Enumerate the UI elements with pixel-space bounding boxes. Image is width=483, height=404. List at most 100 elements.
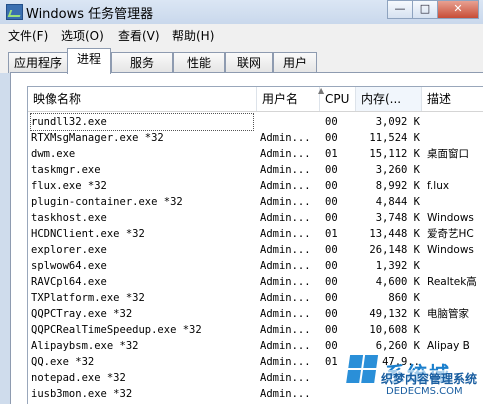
title-bar[interactable]: Windows 任务管理器 — □ ✕ (0, 0, 483, 24)
process-memory: 13,448 K (369, 228, 420, 240)
process-cpu: 00 (325, 308, 338, 320)
process-user: Admin... (260, 164, 311, 176)
process-name: RTXMsgManager.exe *32 (31, 132, 164, 144)
process-description: Realtek高 (427, 276, 477, 288)
process-description: Windows (427, 212, 474, 224)
process-row[interactable]: QQPCTray.exe *32 Admin... 00 49,132 K 电脑… (28, 306, 483, 322)
process-memory: 860 K (388, 292, 420, 304)
menu-file[interactable]: 文件(F) (8, 27, 48, 44)
process-name: Alipaybsm.exe *32 (31, 340, 139, 352)
tab-services[interactable]: 服务 (111, 52, 173, 73)
process-name: dwm.exe (31, 148, 76, 160)
maximize-button[interactable]: □ (412, 0, 438, 19)
minimize-button[interactable]: — (387, 0, 413, 19)
process-user: Admin... (260, 388, 311, 400)
windows-logo-icon (346, 355, 380, 385)
close-button[interactable]: ✕ (437, 0, 479, 19)
process-user: Admin... (260, 196, 311, 208)
task-manager-app-icon (6, 4, 23, 20)
process-name: TXPlatform.exe *32 (31, 292, 145, 304)
process-cpu: 00 (325, 292, 338, 304)
process-row[interactable]: taskmgr.exe Admin... 00 3,260 K (28, 162, 483, 178)
process-name: iusb3mon.exe *32 (31, 388, 133, 400)
column-header-image-name[interactable]: 映像名称 (28, 87, 257, 111)
process-user: Admin... (260, 276, 311, 288)
process-row[interactable]: QQPCRealTimeSpeedup.exe *32 Admin... 00 … (28, 322, 483, 338)
tab-networking[interactable]: 联网 (225, 52, 273, 73)
process-user: Admin... (260, 308, 311, 320)
menu-view[interactable]: 查看(V) (118, 27, 160, 44)
menu-bar: 文件(F) 选项(O) 查看(V) 帮助(H) (0, 24, 483, 44)
process-row[interactable]: flux.exe *32 Admin... 00 8,992 K f.lux (28, 178, 483, 194)
menu-help[interactable]: 帮助(H) (172, 27, 214, 44)
process-cpu: 00 (325, 116, 338, 128)
process-user: Admin... (260, 260, 311, 272)
process-memory: 1,392 K (375, 260, 420, 272)
process-name: QQPCTray.exe *32 (31, 308, 133, 320)
process-row[interactable]: Alipaybsm.exe *32 Admin... 00 6,260 K Al… (28, 338, 483, 354)
tab-users[interactable]: 用户 (273, 52, 317, 73)
window-title: Windows 任务管理器 (26, 7, 154, 22)
process-memory: 49,132 K (369, 308, 420, 320)
process-row[interactable]: splwow64.exe Admin... 00 1,392 K (28, 258, 483, 274)
process-row[interactable]: plugin-container.exe *32 Admin... 00 4,8… (28, 194, 483, 210)
process-cpu: 00 (325, 212, 338, 224)
process-row[interactable]: rundll32.exe 00 3,092 K (28, 113, 483, 131)
tab-processes[interactable]: 进程 (67, 48, 111, 74)
menu-options[interactable]: 选项(O) (61, 27, 104, 44)
process-description: 桌面窗口 (427, 148, 469, 160)
process-user: Admin... (260, 292, 311, 304)
process-cpu: 00 (325, 196, 338, 208)
process-description: Windows (427, 244, 474, 256)
watermark-line2: DEDECMS.COM (386, 386, 463, 397)
process-memory: 26,148 K (369, 244, 420, 256)
process-user: Admin... (260, 180, 311, 192)
process-row[interactable]: HCDNClient.exe *32 Admin... 01 13,448 K … (28, 226, 483, 242)
process-memory: 6,260 K (375, 340, 420, 352)
column-header-cpu[interactable]: CPU (320, 87, 356, 111)
process-cpu: 01 (325, 148, 338, 160)
process-name: RAVCpl64.exe (31, 276, 107, 288)
tab-performance[interactable]: 性能 (173, 52, 225, 73)
process-user: Admin... (260, 340, 311, 352)
tab-strip: 应用程序 进程 服务 性能 联网 用户 (0, 44, 483, 74)
process-description: f.lux (427, 180, 450, 192)
process-cpu: 00 (325, 324, 338, 336)
column-header-user-name[interactable]: 用户名 (257, 87, 320, 111)
process-name: splwow64.exe (31, 260, 107, 272)
process-list[interactable]: 映像名称 用户名 ▲ CPU 内存(... 描述 rundll32.exe 00… (27, 86, 483, 404)
process-user: Admin... (260, 324, 311, 336)
process-row[interactable]: explorer.exe Admin... 00 26,148 K Window… (28, 242, 483, 258)
process-row[interactable]: taskhost.exe Admin... 00 3,748 K Windows (28, 210, 483, 226)
process-row[interactable]: RAVCpl64.exe Admin... 00 4,600 K Realtek… (28, 274, 483, 290)
process-name: flux.exe *32 (31, 180, 107, 192)
process-memory: 15,112 K (369, 148, 420, 160)
process-memory: 3,260 K (375, 164, 420, 176)
column-header-row: 映像名称 用户名 ▲ CPU 内存(... 描述 (28, 87, 483, 112)
process-cpu: 00 (325, 260, 338, 272)
process-memory: 3,748 K (375, 212, 420, 224)
process-cpu: 00 (325, 132, 338, 144)
process-cpu: 00 (325, 180, 338, 192)
process-name: rundll32.exe (30, 113, 254, 131)
watermark-line1: 织梦内容管理系统 (381, 370, 478, 387)
process-user: Admin... (260, 148, 311, 160)
process-user: Admin... (260, 212, 311, 224)
process-name: notepad.exe *32 (31, 372, 126, 384)
process-name: taskhost.exe (31, 212, 107, 224)
window-controls: — □ ✕ (387, 0, 479, 19)
process-row[interactable]: RTXMsgManager.exe *32 Admin... 00 11,524… (28, 130, 483, 146)
column-header-description[interactable]: 描述 (422, 87, 483, 111)
process-row[interactable]: dwm.exe Admin... 01 15,112 K 桌面窗口 (28, 146, 483, 162)
process-row[interactable]: TXPlatform.exe *32 Admin... 00 860 K (28, 290, 483, 306)
process-user: Admin... (260, 356, 311, 368)
process-name: plugin-container.exe *32 (31, 196, 183, 208)
process-cpu: 00 (325, 164, 338, 176)
process-memory: 4,844 K (375, 196, 420, 208)
process-cpu: 00 (325, 244, 338, 256)
column-header-memory[interactable]: 内存(... (356, 87, 422, 111)
process-name: QQPCRealTimeSpeedup.exe *32 (31, 324, 202, 336)
process-user: Admin... (260, 372, 311, 384)
process-memory: 10,608 K (369, 324, 420, 336)
tab-applications[interactable]: 应用程序 (8, 52, 68, 73)
